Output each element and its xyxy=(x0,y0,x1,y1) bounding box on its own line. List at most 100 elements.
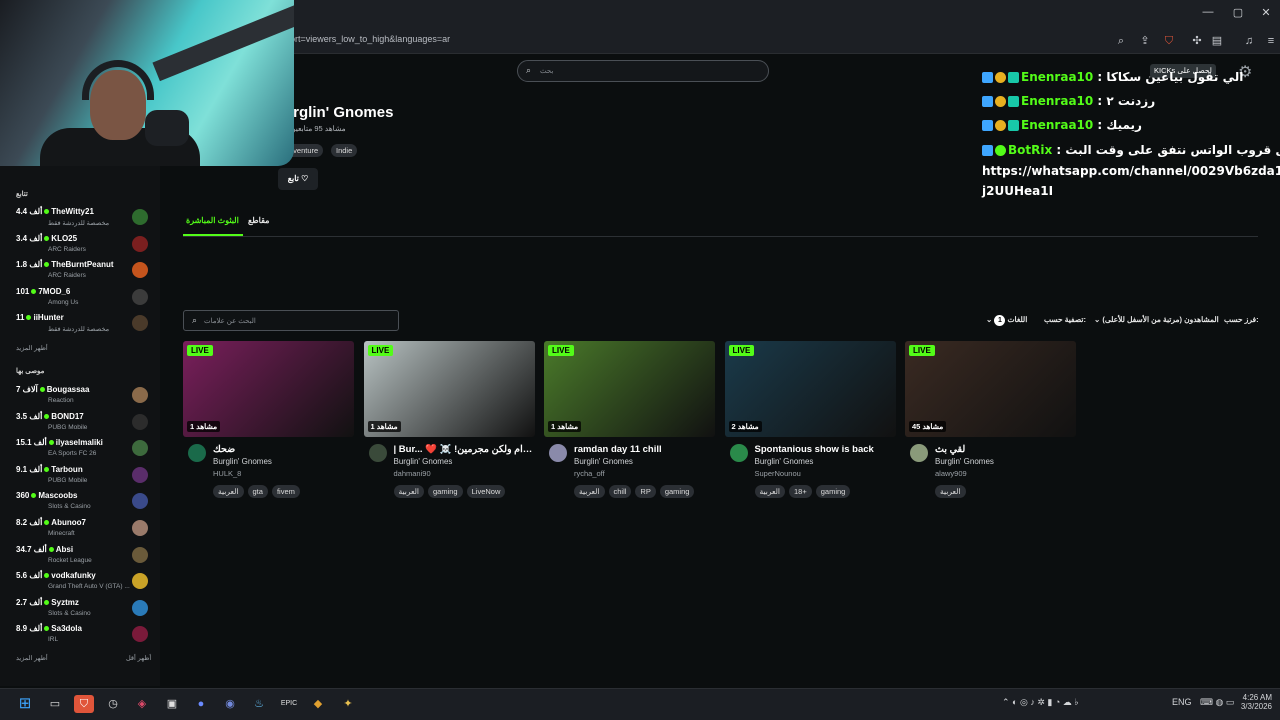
sort-dropdown[interactable]: ⌄ المشاهدون (مرتبة من الأسفل للأعلى) xyxy=(1094,315,1219,324)
game-app-icon[interactable]: ◆ xyxy=(308,695,328,713)
stream-tag[interactable]: gaming xyxy=(428,485,463,498)
stream-thumbnail[interactable]: LIVE 2 مشاهد xyxy=(724,341,896,437)
stream-card[interactable]: LIVE 1 مشاهد ضحك Burglin' Gnomes HULK_8 العرب… xyxy=(183,341,354,501)
streamer-avatar[interactable] xyxy=(188,444,206,462)
brave-browser-icon[interactable]: ⛉ xyxy=(74,695,94,713)
sidebar-toggle-icon[interactable]: ▤ xyxy=(1208,32,1226,50)
stream-thumbnail[interactable]: LIVE 1 مشاهد xyxy=(544,341,715,437)
sidebar-channel[interactable]: 3.4 ألف KLO25 ARC Raiders xyxy=(14,232,154,258)
stream-card[interactable]: LIVE 1 مشاهد | Bur... ❤️ ‍☠️ !أقزام ولكن م… xyxy=(363,341,535,501)
stream-category[interactable]: Burglin' Gnomes xyxy=(574,457,633,466)
stream-category[interactable]: Burglin' Gnomes xyxy=(755,457,814,466)
follow-button[interactable]: تابع ♡ xyxy=(278,168,318,190)
streamer-name[interactable]: rycha_off xyxy=(574,469,605,478)
tray-icons[interactable]: ⌃ ◐ ◎ ♪ ✲ ▮ ◔ ☁ ♭ xyxy=(1002,697,1079,708)
app-icon[interactable]: ◈ xyxy=(132,695,152,713)
stream-tag[interactable]: gta xyxy=(247,485,268,498)
extensions-icon[interactable]: ✣ xyxy=(1188,32,1206,50)
stream-title[interactable]: ضحك xyxy=(213,444,353,455)
stream-tag[interactable]: العربية xyxy=(213,485,244,498)
windows-start-icon[interactable]: ⊞ xyxy=(15,695,35,713)
minimize-button[interactable]: — xyxy=(1198,6,1218,22)
stream-thumbnail[interactable]: LIVE 45 مشاهد xyxy=(905,341,1076,437)
epic-games-icon[interactable]: EPIC xyxy=(279,695,299,713)
stream-title[interactable]: Spontanious show is back xyxy=(755,444,895,455)
show-more-following[interactable]: أظهر المزيد xyxy=(16,344,48,352)
streamer-name[interactable]: HULK_8 xyxy=(213,469,241,478)
search-bar[interactable]: ⌕ بحث xyxy=(517,60,769,82)
streamer-avatar[interactable] xyxy=(729,444,748,462)
stream-tag[interactable]: LiveNow xyxy=(466,485,506,498)
stream-card[interactable]: LIVE 1 مشاهد ramdan day 11 chill Burglin' G… xyxy=(544,341,715,501)
media-icon[interactable]: ♫ xyxy=(1240,32,1258,50)
game-app-icon[interactable]: ✦ xyxy=(338,695,358,713)
network-volume-icons[interactable]: ⌨ ◍ ▭ xyxy=(1200,697,1234,708)
sidebar-channel[interactable]: 8.9 ألف Sa3dola IRL xyxy=(14,622,154,648)
discord-icon[interactable]: ◉ xyxy=(220,695,240,713)
stream-tag[interactable]: gaming xyxy=(659,485,695,498)
sort-by-label: فرز حسب: xyxy=(1224,315,1259,324)
stream-tag[interactable]: العربية xyxy=(935,485,966,498)
streamer-name[interactable]: dahmani90 xyxy=(394,469,431,478)
maximize-button[interactable]: ▢ xyxy=(1228,6,1248,22)
menu-icon[interactable]: ≡ xyxy=(1262,32,1280,50)
url-text[interactable]: ort=viewers_low_to_high&languages=ar xyxy=(290,34,450,44)
category-tag[interactable]: Indie xyxy=(331,144,358,157)
app-icon[interactable]: ● xyxy=(191,695,211,713)
channel-viewers: 2.7 ألف xyxy=(16,597,43,607)
stream-tag[interactable]: gaming xyxy=(815,485,851,498)
stream-tag[interactable]: 18+ xyxy=(789,485,812,498)
chat-app-icon[interactable]: ▣ xyxy=(162,695,182,713)
tag-search-input[interactable]: ⌕ البحث عن علامات xyxy=(183,310,399,331)
share-icon[interactable]: ⇪ xyxy=(1136,32,1154,50)
tab-clips[interactable]: مقاطع xyxy=(248,216,269,225)
stream-title[interactable]: ramdan day 11 chill xyxy=(574,444,714,455)
stream-tag[interactable]: fivem xyxy=(271,485,300,498)
sidebar-channel[interactable]: 11 iiHunter مخصصة للدردشة فقط xyxy=(14,311,154,337)
language-indicator[interactable]: ENG xyxy=(1172,697,1192,707)
sidebar-channel[interactable]: 5.6 ألف vodkafunky Grand Theft Auto V (GTA… xyxy=(14,569,154,595)
brave-shield-icon[interactable]: ⛉ xyxy=(1160,32,1178,50)
close-button[interactable]: ✕ xyxy=(1256,6,1276,22)
streamer-avatar[interactable] xyxy=(368,444,387,462)
sidebar-channel[interactable]: 7 آلاف Bougassaa Reaction xyxy=(14,383,154,409)
streamer-avatar[interactable] xyxy=(910,444,928,462)
stream-title[interactable]: لقي بث xyxy=(935,444,1075,455)
sidebar-channel[interactable]: 1.8 ألف TheBurntPeanut ARC Raiders xyxy=(14,258,154,284)
languages-filter[interactable]: ⌄ 1 اللغات xyxy=(986,315,1027,326)
stream-thumbnail[interactable]: LIVE 1 مشاهد xyxy=(363,341,535,437)
sidebar-channel[interactable]: 15.1 ألف ilyaselmaliki EA Sports FC 26 xyxy=(14,436,154,462)
task-view-icon[interactable]: ▭ xyxy=(45,695,65,713)
streamer-avatar[interactable] xyxy=(549,444,567,462)
stream-card[interactable]: LIVE 2 مشاهد Spontanious show is back Burgl… xyxy=(724,341,896,501)
clock[interactable]: 4:26 AM 3/3/2026 xyxy=(1240,693,1272,711)
stream-tag[interactable]: العربية xyxy=(574,485,605,498)
sidebar-channel[interactable]: 9.1 ألف Tarboun PUBG Mobile xyxy=(14,463,154,489)
clock-app-icon[interactable]: ◷ xyxy=(103,695,123,713)
streamer-name[interactable]: alawy909 xyxy=(935,469,967,478)
stream-tag[interactable]: RP xyxy=(635,485,656,498)
steam-icon[interactable]: ♨ xyxy=(249,695,269,713)
stream-tag[interactable]: العربية xyxy=(393,485,424,498)
stream-category[interactable]: Burglin' Gnomes xyxy=(213,457,272,466)
sidebar-channel[interactable]: 360 Mascoobs Slots & Casino xyxy=(14,489,154,515)
stream-title[interactable]: | Bur... ❤️ ‍☠️ !أقزام ولكن مجرمين xyxy=(394,444,534,455)
tab-live-streams[interactable]: البثوث المباشرة xyxy=(186,216,239,225)
sidebar-channel[interactable]: 2.7 ألف Syztmz Slots & Casino xyxy=(14,596,154,622)
stream-category[interactable]: Burglin' Gnomes xyxy=(394,457,453,466)
sidebar-channel[interactable]: 34.7 ألف Absi Rocket League xyxy=(14,543,154,569)
sidebar-channel[interactable]: 8.2 ألف Abunoo7 Minecraft xyxy=(14,516,154,542)
stream-thumbnail[interactable]: LIVE 1 مشاهد xyxy=(183,341,354,437)
channel-line: 11 iiHunter xyxy=(16,313,64,322)
sidebar-channel[interactable]: 101 7MOD_6 Among Us xyxy=(14,285,154,311)
stream-tag[interactable]: chill xyxy=(608,485,632,498)
sidebar-channel[interactable]: 3.5 ألف BOND17 PUBG Mobile xyxy=(14,410,154,436)
stream-category[interactable]: Burglin' Gnomes xyxy=(935,457,994,466)
show-more-recommended[interactable]: أظهر المزيد xyxy=(16,654,48,662)
show-less-recommended[interactable]: أظهر أقل xyxy=(126,654,151,662)
streamer-name[interactable]: SuperNounou xyxy=(755,469,801,478)
stream-card[interactable]: LIVE 45 مشاهد لقي بث Burglin' Gnomes alawy90… xyxy=(905,341,1076,501)
zoom-icon[interactable]: ⌕ xyxy=(1112,32,1130,50)
stream-tag[interactable]: العربية xyxy=(754,485,785,498)
sidebar-channel[interactable]: 4.4 ألف TheWitty21 مخصصة للدردشة فقط xyxy=(14,205,154,231)
